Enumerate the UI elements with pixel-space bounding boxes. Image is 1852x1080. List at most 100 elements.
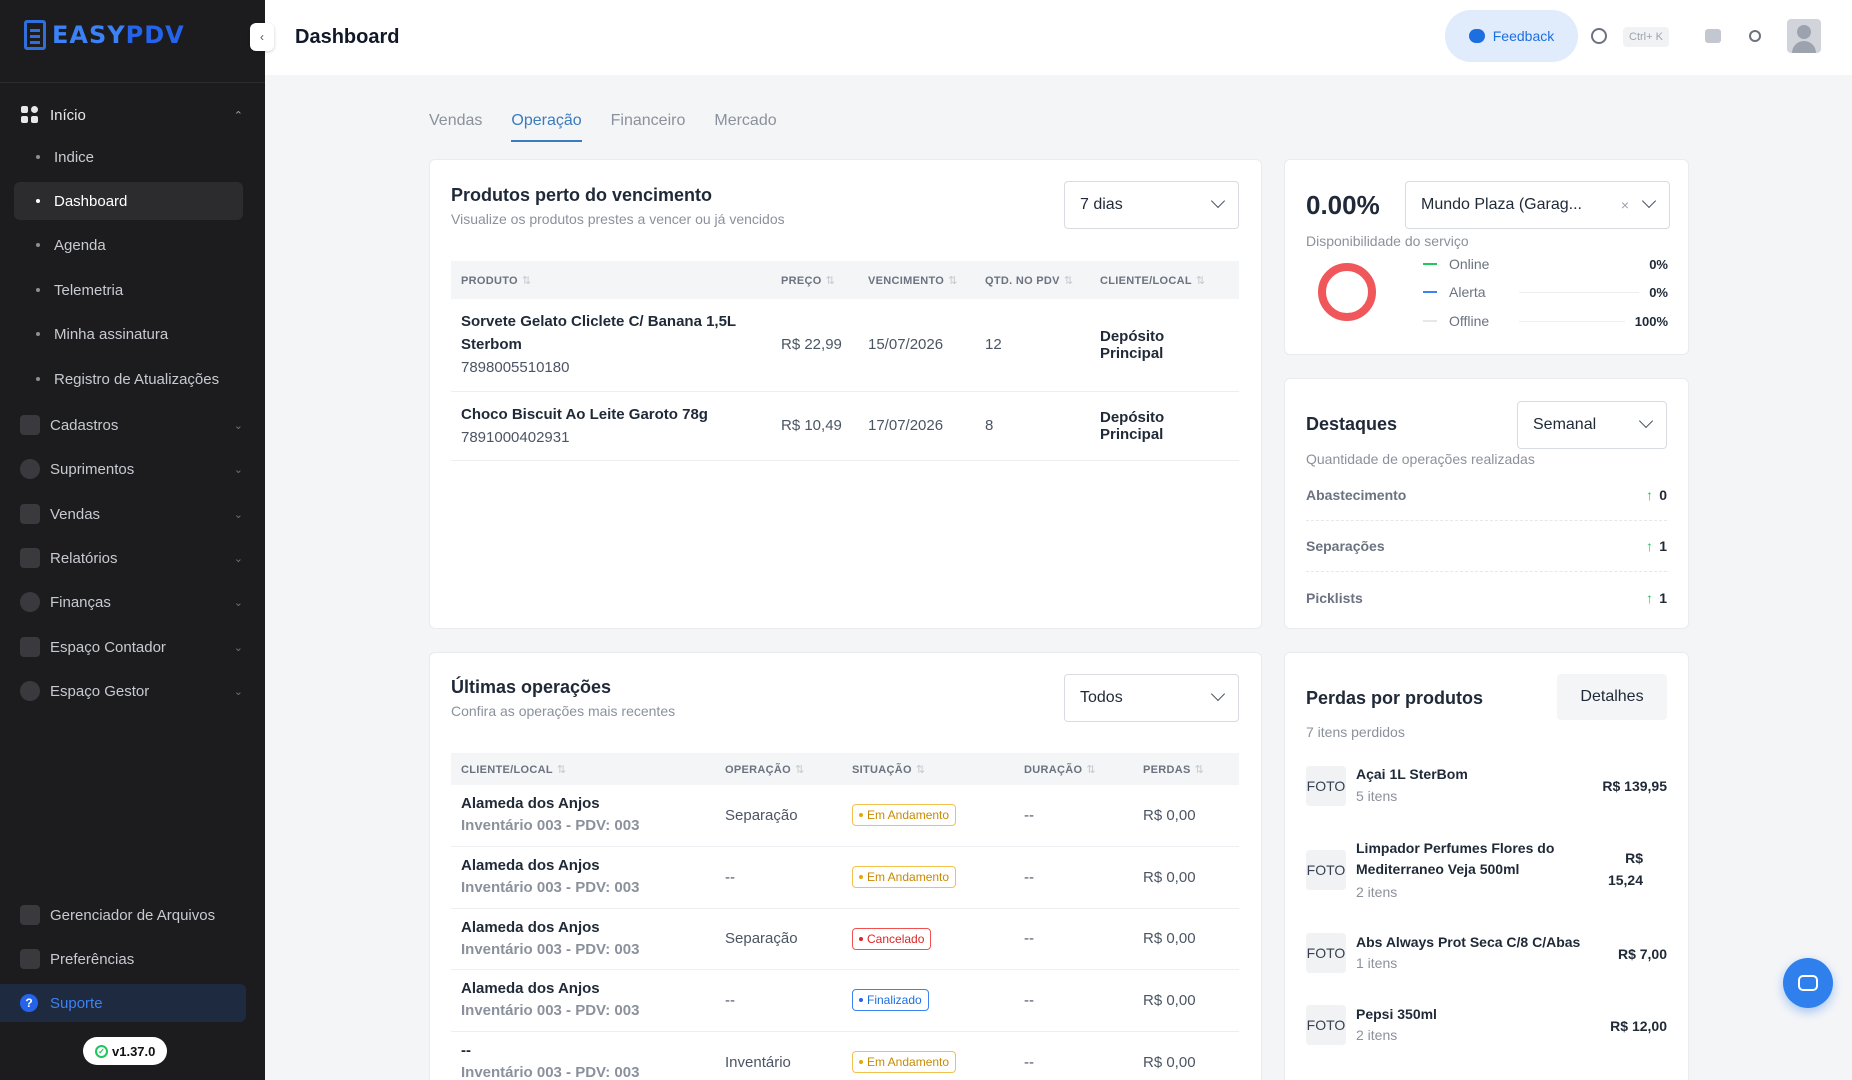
column-header-duracao[interactable]: DURAÇÃO ⇅ xyxy=(1014,753,1133,785)
column-header-cliente-local[interactable]: CLIENTE/LOCAL ⇅ xyxy=(1090,261,1239,299)
table-row[interactable]: Alameda dos Anjos Inventário 003 - PDV: 0… xyxy=(451,785,1239,847)
sidebar-item-espaco-contador[interactable]: Espaço Contador ⌄ xyxy=(0,629,265,665)
sidebar-item-suporte[interactable]: ? Suporte xyxy=(0,984,246,1022)
product-code: 7891000402931 xyxy=(461,428,570,446)
table-row[interactable]: Alameda dos Anjos Inventário 003 - PDV: 0… xyxy=(451,846,1239,909)
highlights-period-select[interactable]: Semanal xyxy=(1517,401,1667,449)
chevron-down-icon: ⌄ xyxy=(233,552,243,565)
logo[interactable]: EASYPDV xyxy=(24,20,185,50)
select-value: Semanal xyxy=(1533,416,1597,433)
sidebar-item-vendas[interactable]: Vendas ⌄ xyxy=(0,496,265,532)
table-row[interactable]: Alameda dos Anjos Inventário 003 - PDV: 0… xyxy=(451,969,1239,1032)
arrow-up-icon: ↑ xyxy=(1646,487,1653,503)
list-item[interactable]: FOTO Pepsi 350ml 2 itens R$ 12,00 xyxy=(1306,1004,1667,1050)
column-header-operacao[interactable]: OPERAÇÃO ⇅ xyxy=(715,753,842,785)
sidebar-item-suprimentos[interactable]: Suprimentos ⌄ xyxy=(0,451,265,487)
chevron-left-icon: ‹ xyxy=(260,30,264,44)
sidebar-item-relatorios[interactable]: Relatórios ⌄ xyxy=(0,540,265,576)
operations-filter-select[interactable]: Todos xyxy=(1064,674,1239,722)
sidebar-item-label: Espaço Contador xyxy=(50,638,166,656)
sidebar-item-registro-atualizacoes[interactable]: Registro de Atualizações xyxy=(14,360,243,398)
sort-icon: ⇅ xyxy=(915,763,926,776)
legend-line xyxy=(1519,320,1625,322)
sidebar-item-espaco-gestor[interactable]: Espaço Gestor ⌄ xyxy=(0,673,265,709)
version-badge[interactable]: ✓ v1.37.0 xyxy=(83,1037,168,1065)
search-shortcut[interactable]: Ctrl+ K xyxy=(1623,27,1669,47)
version-label: v1.37.0 xyxy=(112,1043,156,1059)
chat-fab-button[interactable] xyxy=(1783,958,1833,1008)
sidebar-item-label: Espaço Gestor xyxy=(50,682,150,700)
chevron-down-icon: ⌄ xyxy=(233,596,243,609)
product-photo-placeholder: FOTO xyxy=(1306,766,1346,806)
product-cell: Sorvete Gelato Cliclete C/ Banana 1,5L S… xyxy=(451,299,771,392)
sidebar-item-gerenciador-arquivos[interactable]: Gerenciador de Arquivos xyxy=(0,897,265,933)
column-header-qtd[interactable]: QTD. NO PDV ⇅ xyxy=(975,261,1090,299)
expiring-period-select[interactable]: 7 dias xyxy=(1064,181,1239,229)
column-header-cliente-local[interactable]: CLIENTE/LOCAL ⇅ xyxy=(451,753,715,785)
search-icon[interactable] xyxy=(1591,28,1607,44)
sidebar-item-cadastros[interactable]: Cadastros ⌄ xyxy=(0,407,265,443)
table-row[interactable]: -- Inventário 003 - PDV: 003 Inventário E… xyxy=(451,1031,1239,1080)
manager-icon xyxy=(20,681,40,701)
sidebar-item-telemetria[interactable]: Telemetria xyxy=(14,271,243,309)
tab-operacao[interactable]: Operação xyxy=(511,112,582,142)
legend-value: 0% xyxy=(1649,256,1668,272)
status-cell: Em Andamento xyxy=(842,1031,1014,1080)
chevron-down-icon xyxy=(1641,193,1657,209)
chevron-down-icon: ⌄ xyxy=(233,641,243,654)
column-header-vencimento[interactable]: VENCIMENTO ⇅ xyxy=(858,261,975,299)
legend-value: 0% xyxy=(1649,284,1668,300)
sidebar-item-preferencias[interactable]: Preferências xyxy=(0,941,265,977)
table-row[interactable]: Alameda dos Anjos Inventário 003 - PDV: 0… xyxy=(451,908,1239,970)
operation-cell: Separação xyxy=(715,908,842,970)
product-photo-placeholder: FOTO xyxy=(1306,933,1346,973)
tab-financeiro[interactable]: Financeiro xyxy=(611,112,686,142)
operation-detail: Inventário 003 - PDV: 003 xyxy=(461,879,640,896)
clear-icon[interactable]: × xyxy=(1621,197,1629,213)
sidebar-item-indice[interactable]: Indice xyxy=(14,138,243,176)
column-header-produto[interactable]: PRODUTO ⇅ xyxy=(451,261,771,299)
calculator-icon xyxy=(20,637,40,657)
sidebar-item-financas[interactable]: Finanças ⌄ xyxy=(0,584,265,620)
list-item[interactable]: FOTO Abs Always Prot Seca C/8 C/Abas 1 i… xyxy=(1306,932,1667,978)
check-circle-icon: ✓ xyxy=(95,1044,108,1058)
sidebar-item-dashboard[interactable]: Dashboard xyxy=(14,182,243,220)
theme-toggle-icon[interactable] xyxy=(1749,30,1761,42)
details-button[interactable]: Detalhes xyxy=(1557,674,1667,720)
column-header-perdas[interactable]: PERDAS ⇅ xyxy=(1133,753,1239,785)
product-photo-placeholder: FOTO xyxy=(1306,850,1346,890)
feedback-button[interactable]: Feedback xyxy=(1445,10,1578,62)
status-badge: Cancelado xyxy=(852,927,932,950)
loss-product-name: Limpador Perfumes Flores do Mediterraneo… xyxy=(1356,840,1555,877)
tab-mercado[interactable]: Mercado xyxy=(714,112,776,142)
losses-cell: R$ 0,00 xyxy=(1133,846,1239,909)
operations-title: Últimas operações xyxy=(451,677,612,697)
box-icon xyxy=(20,459,40,479)
legend-alerta: Alerta 0% xyxy=(1423,282,1668,302)
location-select[interactable]: Mundo Plaza (Garag... × xyxy=(1405,181,1670,229)
tab-vendas[interactable]: Vendas xyxy=(429,112,482,142)
sidebar-group-inicio[interactable]: Início ⌃ xyxy=(0,97,265,133)
arrow-up-icon: ↑ xyxy=(1646,589,1653,606)
messages-icon[interactable] xyxy=(1705,29,1721,43)
sort-icon: ⇅ xyxy=(1063,274,1074,287)
bullet-icon xyxy=(36,332,40,336)
users-icon xyxy=(20,415,40,435)
sidebar-item-agenda[interactable]: Agenda xyxy=(14,226,243,264)
sidebar-collapse-button[interactable]: ‹ xyxy=(250,23,274,51)
table-row[interactable]: Sorvete Gelato Cliclete C/ Banana 1,5L S… xyxy=(451,299,1239,392)
list-item[interactable]: FOTO Limpador Perfumes Flores do Mediter… xyxy=(1306,838,1667,906)
select-value: 7 dias xyxy=(1080,196,1123,213)
operation-detail: Inventário 003 - PDV: 003 xyxy=(461,817,640,835)
status-badge: Em Andamento xyxy=(852,1051,957,1073)
column-header-preco[interactable]: PREÇO ⇅ xyxy=(771,261,858,299)
loss-qty: 5 itens xyxy=(1356,788,1398,804)
client-cell: Alameda dos Anjos Inventário 003 - PDV: 0… xyxy=(451,969,715,1032)
avatar[interactable] xyxy=(1787,19,1821,53)
table-row[interactable]: Choco Biscuit Ao Leite Garoto 78g 7891000… xyxy=(451,391,1239,461)
list-item[interactable]: FOTO Açai 1L SterBom 5 itens R$ 139,95 xyxy=(1306,762,1667,812)
sidebar-item-minha-assinatura[interactable]: Minha assinatura xyxy=(14,315,243,353)
duration-cell: -- xyxy=(1014,969,1133,1032)
column-header-situacao[interactable]: SITUAÇÃO ⇅ xyxy=(842,753,1014,785)
sidebar-item-label: Vendas xyxy=(50,505,101,523)
